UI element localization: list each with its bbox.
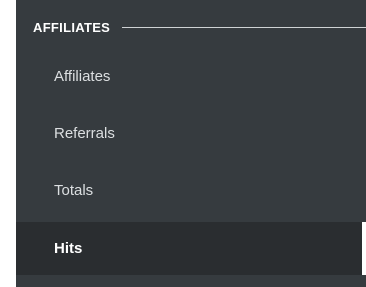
section-header: AFFILIATES xyxy=(16,12,366,42)
sidebar-item-referrals[interactable]: Referrals xyxy=(16,105,366,162)
sidebar-item-label: Totals xyxy=(54,182,94,199)
sidebar-item-affiliates[interactable]: Affiliates xyxy=(16,48,366,105)
sidebar-item-label: Affiliates xyxy=(54,68,111,85)
sidebar-item-totals[interactable]: Totals xyxy=(16,162,366,219)
active-indicator xyxy=(362,222,366,275)
sidebar-item-hits[interactable]: Hits xyxy=(16,222,366,275)
sidebar-item-label: Referrals xyxy=(54,125,115,142)
nav-list: Affiliates Referrals Totals Hits xyxy=(16,48,366,275)
section-divider xyxy=(122,26,366,28)
sidebar-item-label: Hits xyxy=(54,240,83,257)
sidebar-menu: AFFILIATES Affiliates Referrals Totals H… xyxy=(16,0,366,287)
section-title: AFFILIATES xyxy=(33,19,111,35)
